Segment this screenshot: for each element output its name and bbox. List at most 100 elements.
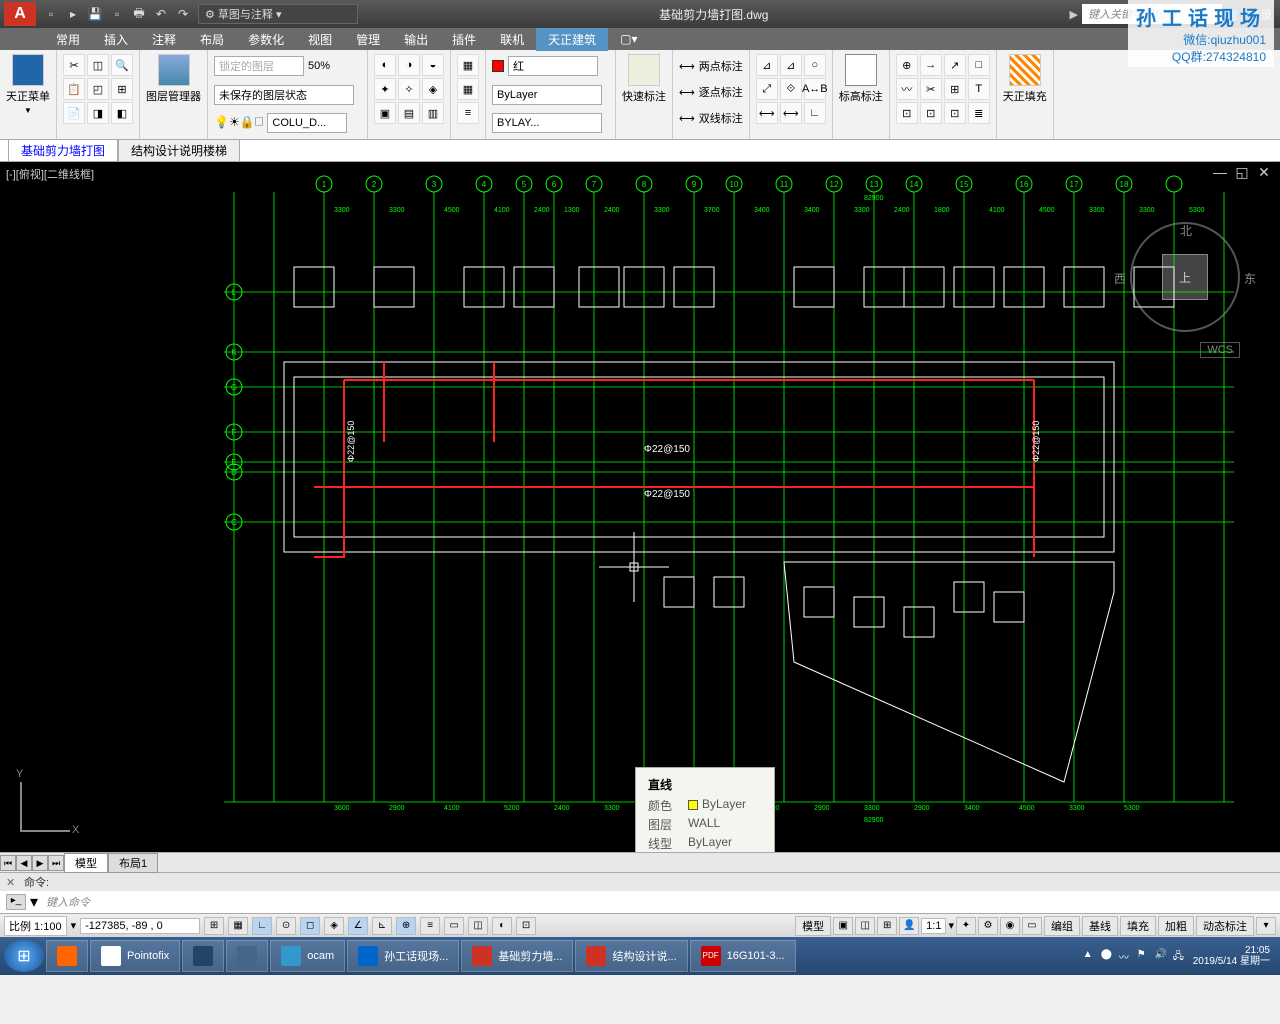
color-dropdown[interactable]: 红 <box>508 56 598 76</box>
tool-icon[interactable]: ◰ <box>87 78 109 100</box>
snap-toggle[interactable]: ⊞ <box>204 917 224 935</box>
tool-icon[interactable]: 📄 <box>63 102 85 124</box>
tab-online[interactable]: 联机 <box>488 28 536 51</box>
tab-plugins[interactable]: 插件 <box>440 28 488 51</box>
tool-icon[interactable]: 🔍 <box>111 54 133 76</box>
dim-tool-icon[interactable]: ⊿ <box>756 54 778 76</box>
doc-tab-2[interactable]: 结构设计说明楼梯 <box>118 139 240 161</box>
tool-icon[interactable]: ◫ <box>87 54 109 76</box>
doc-tab-1[interactable]: 基础剪力墙打图 <box>8 139 118 161</box>
grid-icon[interactable]: ▦ <box>457 78 479 100</box>
qat-undo-icon[interactable]: ↶ <box>152 5 170 23</box>
symbol-icon[interactable]: ↗ <box>944 54 966 76</box>
dyn-toggle[interactable]: ⊕ <box>396 917 416 935</box>
tray-icon[interactable]: 〰 <box>1119 949 1133 963</box>
tab-annotate[interactable]: 注释 <box>140 28 188 51</box>
tool-icon[interactable]: ⊞ <box>111 78 133 100</box>
app-logo[interactable]: A <box>4 2 36 26</box>
search-play-icon[interactable]: ▶ <box>1070 8 1078 21</box>
tangent-menu-button[interactable]: 天正菜单▼ <box>6 54 50 115</box>
layout-first-icon[interactable]: ⏮ <box>0 855 16 871</box>
tool-icon[interactable]: ✂ <box>63 54 85 76</box>
elevation-annotation-button[interactable]: 标高标注 <box>839 54 883 104</box>
layer-tool-icon[interactable]: ✦ <box>374 78 396 100</box>
qat-save-icon[interactable]: 💾 <box>86 5 104 23</box>
tool-icon[interactable]: 📋 <box>63 78 85 100</box>
tray-network-icon[interactable]: 🖧 <box>1173 949 1187 963</box>
layout-last-icon[interactable]: ⏭ <box>48 855 64 871</box>
ducs-toggle[interactable]: ⊾ <box>372 917 392 935</box>
qat-open-icon[interactable]: ▸ <box>64 5 82 23</box>
layer-tool-icon[interactable]: ◐ <box>374 54 396 76</box>
group-button[interactable]: 编组 <box>1044 916 1080 936</box>
command-input[interactable]: ▸_ ▾ 键入命令 <box>0 891 1280 913</box>
task-item[interactable]: PDF16G101-3... <box>690 940 796 972</box>
status-icon[interactable]: ◉ <box>1000 917 1020 935</box>
current-layer-dropdown[interactable]: COLU_D... <box>267 113 347 133</box>
status-person-icon[interactable]: 👤 <box>899 917 919 935</box>
status-icon[interactable]: ▣ <box>833 917 853 935</box>
symbol-icon[interactable]: ⊡ <box>920 102 942 124</box>
ortho-toggle[interactable]: ∟ <box>252 917 272 935</box>
grid-icon[interactable]: ▦ <box>457 54 479 76</box>
task-item[interactable]: 孙工话现场... <box>347 940 459 972</box>
qat-print-icon[interactable]: 🖶 <box>130 5 148 23</box>
polar-toggle[interactable]: ⊙ <box>276 917 296 935</box>
symbol-icon[interactable]: □ <box>968 54 990 76</box>
status-icon[interactable]: ⊞ <box>877 917 897 935</box>
fill-button[interactable]: 填充 <box>1120 916 1156 936</box>
dim-tool-icon[interactable]: ⤢ <box>756 78 778 100</box>
tpy-toggle[interactable]: ▭ <box>444 917 464 935</box>
layer-tool-icon[interactable]: ✧ <box>398 78 420 100</box>
task-item[interactable]: 基础剪力墙... <box>461 940 573 972</box>
symbol-icon[interactable]: ≣ <box>968 102 990 124</box>
qat-new-icon[interactable]: ▫ <box>42 5 60 23</box>
lwt-toggle[interactable]: ≡ <box>420 917 440 935</box>
symbol-icon[interactable]: 〰 <box>896 78 918 100</box>
otrack-toggle[interactable]: ∠ <box>348 917 368 935</box>
task-item[interactable]: Pointofix <box>90 940 180 972</box>
layout-next-icon[interactable]: ▶ <box>32 855 48 871</box>
drawing-canvas[interactable]: [-][俯视][二维线框] — ◱ ✕ 上 北 东 西 WCS <box>0 162 1280 852</box>
tool-icon[interactable]: ◧ <box>111 102 133 124</box>
linetype-dropdown[interactable]: ByLayer <box>492 85 602 105</box>
status-icon[interactable]: ✦ <box>956 917 976 935</box>
tab-tangent[interactable]: 天正建筑 <box>536 28 608 51</box>
symbol-icon[interactable]: ⊡ <box>896 102 918 124</box>
anno-scale[interactable]: 1:1 <box>921 918 946 934</box>
tray-icon[interactable]: ▲ <box>1083 949 1097 963</box>
dim-tool-icon[interactable]: ⟐ <box>780 78 802 100</box>
qp-toggle[interactable]: ◫ <box>468 917 488 935</box>
layout-tab-model[interactable]: 模型 <box>64 853 108 873</box>
two-point-dim-button[interactable]: ⟷两点标注 <box>679 54 743 78</box>
tray-icon[interactable]: ⚑ <box>1137 949 1151 963</box>
workspace-dropdown[interactable]: ⚙ 草图与注释 ▾ <box>198 4 358 24</box>
lines-icon[interactable]: ≡ <box>457 102 479 124</box>
layer-tool-icon[interactable]: ▤ <box>398 102 420 124</box>
am-toggle[interactable]: ⊡ <box>516 917 536 935</box>
qat-redo-icon[interactable]: ↷ <box>174 5 192 23</box>
tab-extra-icon[interactable]: ▢▾ <box>608 29 649 49</box>
tab-output[interactable]: 输出 <box>392 28 440 51</box>
dim-tool-icon[interactable]: ⟷ <box>756 102 778 124</box>
bold-button[interactable]: 加粗 <box>1158 916 1194 936</box>
3dosnap-toggle[interactable]: ◈ <box>324 917 344 935</box>
status-expand-icon[interactable]: ▾ <box>1256 917 1276 935</box>
symbol-icon[interactable]: ✂ <box>920 78 942 100</box>
quick-annotation-button[interactable]: 快速标注 <box>622 54 666 104</box>
dyn-dim-button[interactable]: 动态标注 <box>1196 916 1254 936</box>
layer-tool-icon[interactable]: ▣ <box>374 102 396 124</box>
baseline-button[interactable]: 基线 <box>1082 916 1118 936</box>
task-item[interactable] <box>182 940 224 972</box>
layer-tool-icon[interactable]: ▥ <box>422 102 444 124</box>
status-icon[interactable]: ◫ <box>855 917 875 935</box>
layout-tab-layout1[interactable]: 布局1 <box>108 853 158 873</box>
tab-parametric[interactable]: 参数化 <box>236 28 296 51</box>
hatch-button[interactable]: 天正填充 <box>1003 54 1047 104</box>
task-item[interactable]: 结构设计说... <box>575 940 687 972</box>
layer-tool-icon[interactable]: ◒ <box>422 54 444 76</box>
tab-view[interactable]: 视图 <box>296 28 344 51</box>
double-line-dim-button[interactable]: ⟷双线标注 <box>679 106 743 130</box>
tray-icon[interactable]: ⬤ <box>1101 949 1115 963</box>
model-space-button[interactable]: 模型 <box>795 916 831 936</box>
